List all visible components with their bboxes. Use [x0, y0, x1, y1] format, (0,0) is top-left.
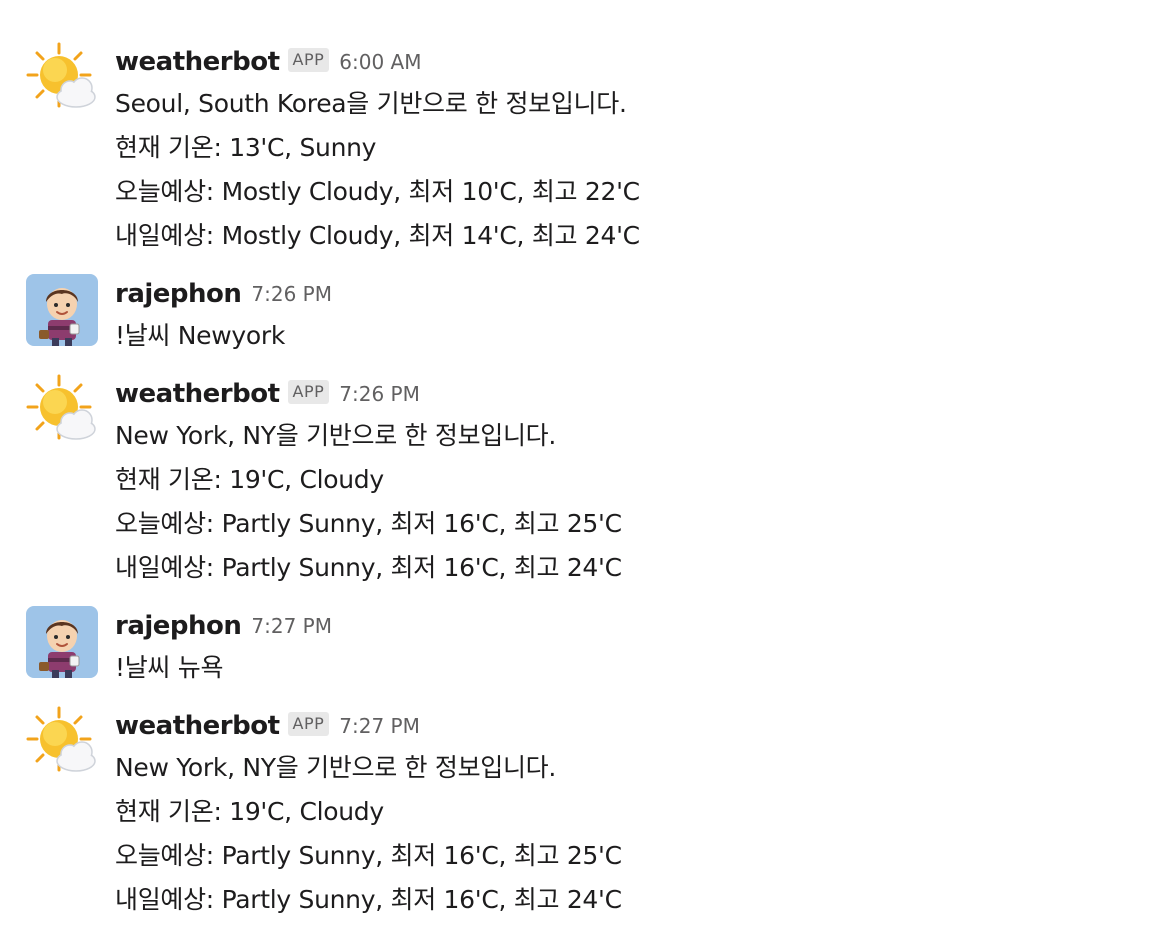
- message-header: weatherbot APP 7:27 PM: [115, 706, 1138, 746]
- message-line: 오늘예상: Partly Sunny, 최저 16'C, 최고 25'C: [115, 509, 622, 538]
- timestamp[interactable]: 7:27 PM: [339, 714, 420, 738]
- person-icon: [26, 274, 98, 346]
- message-line: !날씨 뉴욕: [115, 653, 224, 682]
- username[interactable]: weatherbot: [115, 711, 280, 741]
- person-avatar[interactable]: [26, 606, 98, 678]
- message-content: weatherbot APP 6:00 AM Seoul, South Korea을…: [115, 42, 1138, 258]
- message-line: 현재 기온: 13'C, Sunny: [115, 133, 377, 162]
- message-header: weatherbot APP 6:00 AM: [115, 42, 1138, 82]
- sun-cloud-avatar[interactable]: [26, 42, 98, 114]
- timestamp[interactable]: 7:26 PM: [251, 282, 332, 306]
- person-avatar[interactable]: [26, 274, 98, 346]
- message-line: 현재 기온: 19'C, Cloudy: [115, 797, 384, 826]
- message-line: 오늘예상: Partly Sunny, 최저 16'C, 최고 25'C: [115, 841, 622, 870]
- username[interactable]: weatherbot: [115, 379, 280, 409]
- timestamp[interactable]: 7:27 PM: [251, 614, 332, 638]
- message-line: 내일예상: Partly Sunny, 최저 16'C, 최고 24'C: [115, 553, 622, 582]
- message-line: 내일예상: Mostly Cloudy, 최저 14'C, 최고 24'C: [115, 221, 640, 250]
- username[interactable]: weatherbot: [115, 47, 280, 77]
- sun-cloud-icon: [26, 374, 98, 446]
- sun-cloud-icon: [26, 706, 98, 778]
- message-line: 현재 기온: 19'C, Cloudy: [115, 465, 384, 494]
- message-line: 오늘예상: Mostly Cloudy, 최저 10'C, 최고 22'C: [115, 177, 640, 206]
- message-content: rajephon 7:27 PM !날씨 뉴욕: [115, 606, 1138, 690]
- person-icon: [26, 606, 98, 678]
- app-badge: APP: [287, 48, 330, 72]
- username[interactable]: rajephon: [115, 611, 242, 641]
- message-line: New York, NY을 기반으로 한 정보입니다.: [115, 421, 557, 450]
- sun-cloud-icon: [26, 42, 98, 114]
- message-content: weatherbot APP 7:27 PM New York, NY을 기반으로 …: [115, 706, 1138, 922]
- message-content: rajephon 7:26 PM !날씨 Newyork: [115, 274, 1138, 358]
- app-badge: APP: [287, 712, 330, 736]
- app-badge: APP: [287, 380, 330, 404]
- message-header: weatherbot APP 7:26 PM: [115, 374, 1138, 414]
- message-line: 내일예상: Partly Sunny, 최저 16'C, 최고 24'C: [115, 885, 622, 914]
- timestamp[interactable]: 7:26 PM: [339, 382, 420, 406]
- message-header: rajephon 7:27 PM: [115, 606, 1138, 646]
- message-content: weatherbot APP 7:26 PM New York, NY을 기반으로 …: [115, 374, 1138, 590]
- username[interactable]: rajephon: [115, 279, 242, 309]
- message-list: weatherbot APP 6:00 AM Seoul, South Korea을…: [0, 0, 1158, 936]
- message-header: rajephon 7:26 PM: [115, 274, 1138, 314]
- timestamp[interactable]: 6:00 AM: [339, 50, 421, 74]
- message-line: !날씨 Newyork: [115, 321, 286, 350]
- message-line: New York, NY을 기반으로 한 정보입니다.: [115, 753, 557, 782]
- sun-cloud-avatar[interactable]: [26, 374, 98, 446]
- sun-cloud-avatar[interactable]: [26, 706, 98, 778]
- message-line: Seoul, South Korea을 기반으로 한 정보입니다.: [115, 89, 627, 118]
